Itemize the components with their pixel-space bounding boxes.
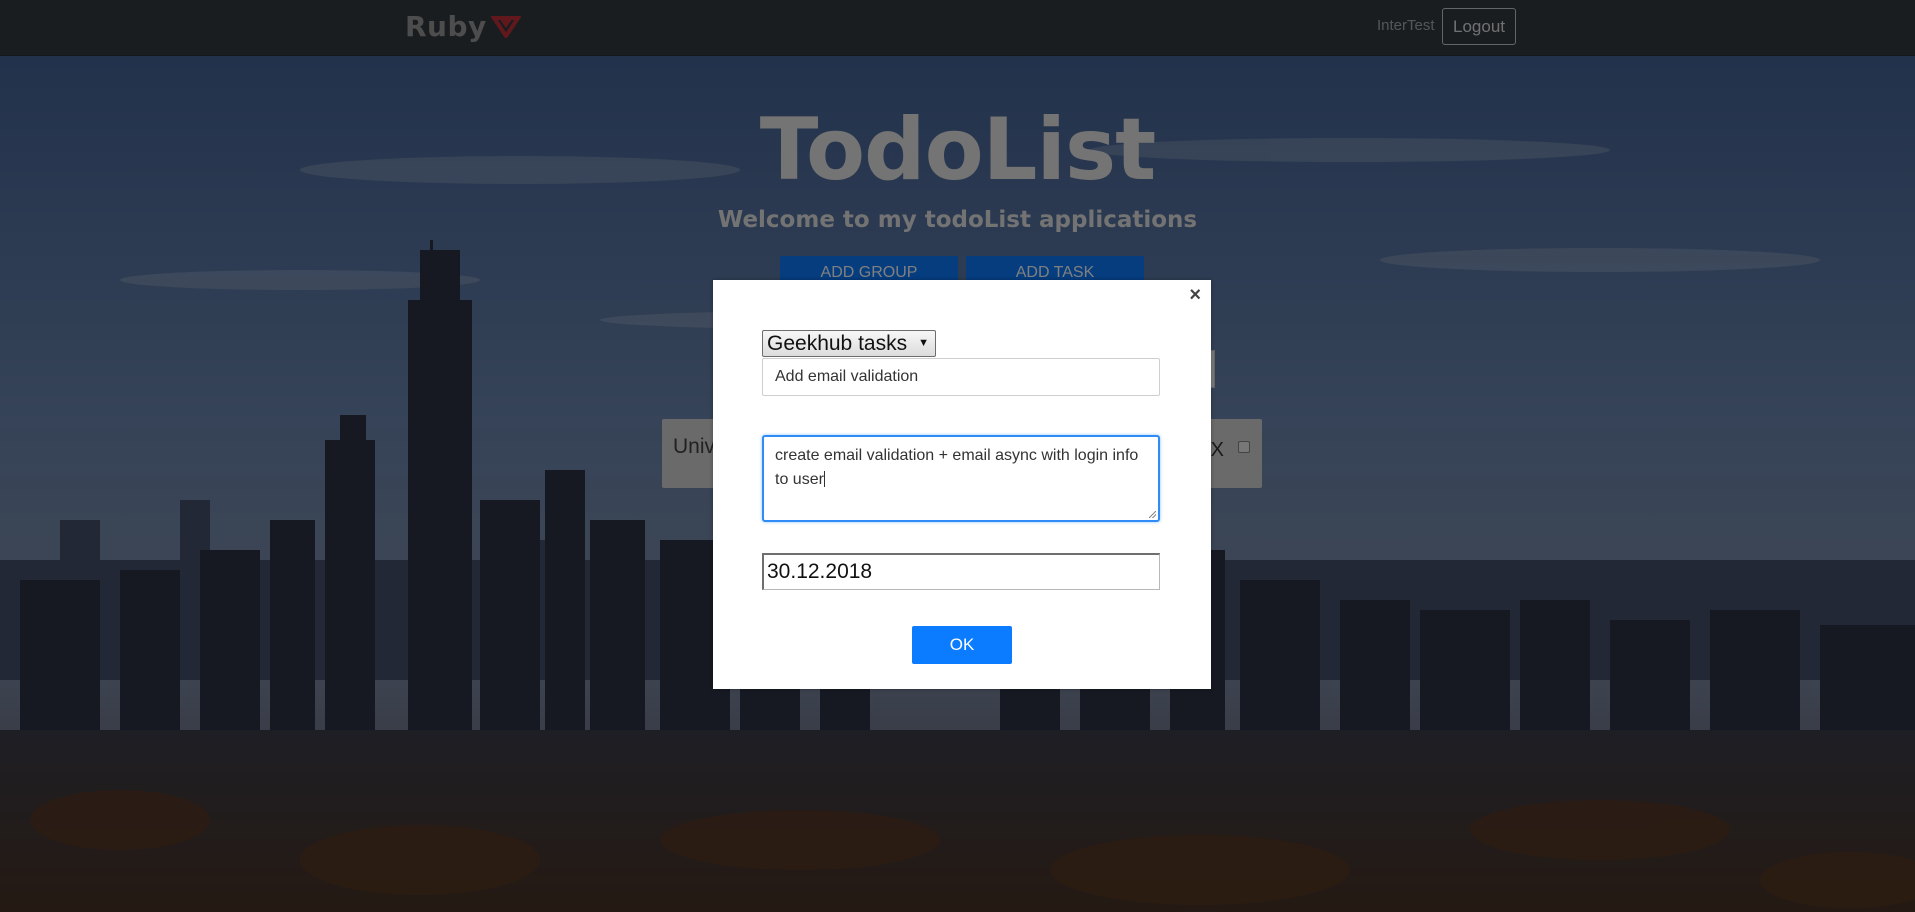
task-title-input[interactable]: Add email validation: [762, 358, 1160, 396]
chevron-down-icon: ▼: [918, 337, 929, 349]
resize-handle-icon[interactable]: [1149, 511, 1156, 518]
task-description-value: create email validation + email async wi…: [775, 447, 1139, 488]
ok-button[interactable]: OK: [912, 626, 1012, 664]
task-description-textarea[interactable]: create email validation + email async wi…: [762, 435, 1160, 522]
group-select[interactable]: Geekhub tasks ▼: [762, 330, 936, 357]
group-select-value: Geekhub tasks: [767, 332, 908, 355]
task-date-value: 30.12.2018: [767, 560, 873, 583]
add-task-modal: × Geekhub tasks ▼ Add email validation c…: [713, 280, 1211, 689]
task-date-input[interactable]: 30.12.2018: [762, 553, 1160, 590]
close-icon[interactable]: ×: [1189, 285, 1201, 305]
text-cursor: [823, 471, 825, 487]
task-title-value: Add email validation: [775, 368, 919, 385]
